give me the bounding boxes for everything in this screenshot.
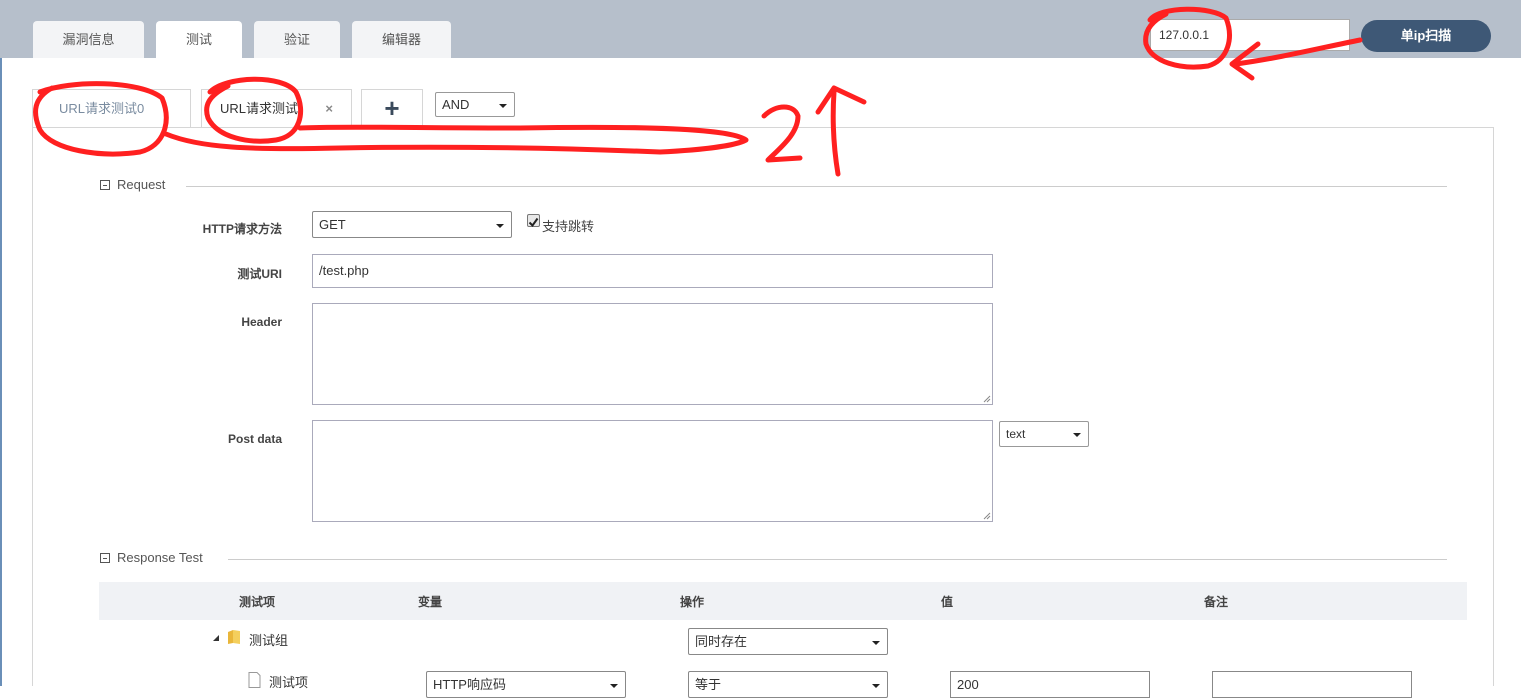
checkmark-icon [528, 217, 539, 228]
sub-tab-label: URL请求测试0 [59, 101, 145, 116]
tab-test[interactable]: 测试 [156, 21, 242, 58]
uri-label: 测试URI [237, 267, 282, 281]
header-label: Header [241, 315, 282, 329]
operation-select[interactable]: 等于 [688, 671, 888, 698]
logic-select[interactable]: AND [435, 92, 515, 117]
variable-select[interactable]: HTTP响应码 [426, 671, 626, 698]
group-operation-value: 同时存在 [695, 634, 748, 649]
uri-input[interactable]: /test.php [312, 254, 993, 288]
resize-grip-icon[interactable] [983, 512, 991, 520]
close-icon[interactable]: × [325, 90, 333, 128]
column-header-note: 备注 [1204, 595, 1229, 609]
note-input[interactable] [1212, 671, 1412, 698]
sub-tab-url-test[interactable]: URL请求测试 × [201, 89, 352, 128]
column-header-value: 值 [941, 595, 954, 609]
divider [228, 559, 1447, 560]
post-data-label: Post data [227, 432, 282, 446]
collapse-icon[interactable] [100, 553, 110, 563]
single-ip-scan-button[interactable]: 单ip扫描 [1361, 20, 1491, 52]
annotation-arrow-head [815, 85, 867, 115]
resize-grip-icon[interactable] [983, 395, 991, 403]
divider [186, 186, 1447, 187]
tab-verify[interactable]: 验证 [254, 21, 340, 58]
post-type-value: text [1006, 427, 1026, 441]
tab-editor[interactable]: 编辑器 [352, 21, 451, 58]
redirect-label: 支持跳转 [542, 219, 595, 234]
sub-tab-url-test-0[interactable]: URL请求测试0 [32, 89, 191, 128]
operation-value: 等于 [695, 677, 722, 692]
expand-triangle-icon[interactable] [212, 634, 220, 642]
chevron-down-icon [496, 223, 504, 228]
chevron-down-icon [1073, 433, 1081, 437]
logic-select-value: AND [442, 97, 470, 112]
column-header-operation: 操作 [680, 595, 705, 609]
header-textarea[interactable] [312, 303, 993, 405]
add-tab-button[interactable]: + [361, 89, 423, 128]
request-legend[interactable]: Request [100, 177, 165, 192]
response-test-legend[interactable]: Response Test [100, 550, 203, 565]
chevron-down-icon [872, 640, 880, 645]
variable-value: HTTP响应码 [433, 677, 506, 692]
response-table-header [99, 582, 1467, 620]
response-legend-label: Response Test [117, 550, 203, 565]
folder-icon [228, 630, 240, 644]
method-select-value: GET [319, 217, 346, 232]
column-header-variable: 变量 [418, 595, 443, 609]
chevron-down-icon [499, 103, 507, 108]
collapse-icon[interactable] [100, 180, 110, 190]
left-border [0, 58, 2, 686]
post-data-textarea[interactable] [312, 420, 993, 522]
tab-vuln-info[interactable]: 漏洞信息 [33, 21, 144, 58]
test-group-label[interactable]: 测试组 [249, 630, 288, 649]
request-legend-label: Request [117, 177, 166, 192]
ip-input[interactable]: 127.0.0.1 [1150, 19, 1350, 51]
value-input[interactable]: 200 [950, 671, 1150, 698]
sub-tab-label: URL请求测试 [220, 101, 299, 116]
column-header-test-item: 测试项 [239, 595, 276, 609]
method-label: HTTP请求方法 [202, 222, 282, 236]
method-select[interactable]: GET [312, 211, 512, 238]
group-operation-select[interactable]: 同时存在 [688, 628, 888, 655]
redirect-checkbox[interactable] [527, 214, 540, 228]
post-type-select[interactable]: text [999, 421, 1089, 447]
test-item-label[interactable]: 测试项 [269, 672, 308, 691]
